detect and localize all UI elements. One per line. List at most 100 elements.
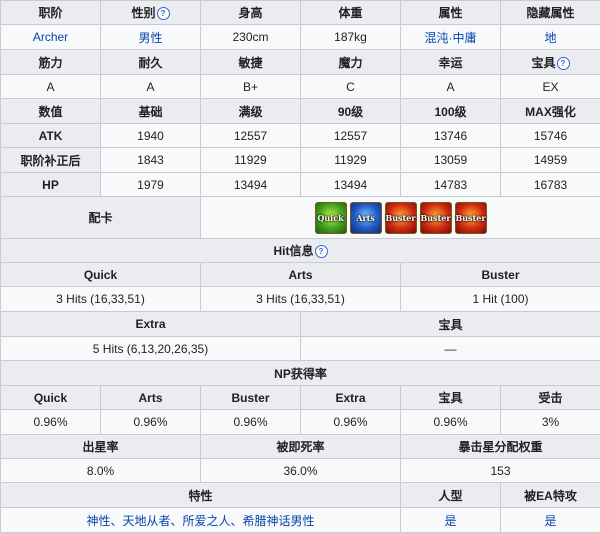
hit-extra-value: 5 Hits (6,13,20,26,35) — [0, 336, 301, 361]
hp-value: 13494 — [200, 172, 301, 197]
stats-label: 数值 — [0, 98, 101, 124]
class-corrected-value: 14959 — [500, 147, 600, 173]
stats-lv90-header: 90级 — [300, 98, 401, 124]
con-header: 耐久 — [100, 49, 201, 75]
np-gain-quick-value: 0.96% — [0, 409, 101, 435]
atk-label: ATK — [0, 123, 101, 148]
mp-value: C — [300, 74, 401, 99]
hit-extra-header: Extra — [0, 311, 301, 337]
np-header-label: 宝具 — [531, 55, 556, 70]
np-gain-title: NP获得率 — [0, 360, 600, 386]
arts-card-icon: Arts — [349, 201, 382, 234]
str-value: A — [0, 74, 101, 99]
class-header: 职阶 — [0, 0, 101, 25]
quick-card-icon: Quick — [314, 201, 347, 234]
gender-header-label: 性别 — [131, 6, 156, 20]
deck-cards: Quick Arts Buster Buster Buster — [200, 196, 600, 239]
atk-value: 12557 — [200, 123, 301, 148]
deck-label: 配卡 — [0, 196, 201, 239]
gender-link[interactable]: 男性 — [100, 24, 201, 50]
buster-card-icon: Buster — [454, 201, 487, 234]
height-value: 230cm — [200, 24, 301, 50]
np-gain-defense-value: 3% — [500, 409, 600, 435]
help-icon[interactable]: ? — [314, 245, 328, 258]
atk-value: 12557 — [300, 123, 401, 148]
con-value: A — [100, 74, 201, 99]
np-header: 宝具? — [500, 49, 600, 75]
str-header: 筋力 — [0, 49, 101, 75]
np-gain-np-value: 0.96% — [400, 409, 501, 435]
hit-info-title-label: Hit信息 — [273, 244, 314, 258]
stats-lv100-header: 100级 — [400, 98, 501, 124]
stats-maxenh-header: MAX强化 — [500, 98, 600, 124]
class-corrected-value: 13059 — [400, 147, 501, 173]
class-link[interactable]: Archer — [0, 24, 101, 50]
hit-quick-header: Quick — [0, 262, 201, 287]
hit-quick-value: 3 Hits (16,33,51) — [0, 286, 201, 312]
np-gain-arts-header: Arts — [100, 385, 201, 410]
height-header: 身高 — [200, 0, 301, 25]
ea-weak-header: 被EA特攻 — [500, 482, 600, 508]
help-icon[interactable]: ? — [556, 56, 570, 70]
agi-header: 敏捷 — [200, 49, 301, 75]
np-gain-extra-value: 0.96% — [300, 409, 401, 435]
hp-value: 16783 — [500, 172, 600, 197]
star-gen-value: 8.0% — [0, 458, 201, 483]
hit-buster-value: 1 Hit (100) — [400, 286, 600, 312]
atk-value: 1940 — [100, 123, 201, 148]
table-row: 职阶补正后 1843 11929 11929 13059 14959 — [0, 147, 600, 173]
np-gain-extra-header: Extra — [300, 385, 401, 410]
class-corrected-value: 11929 — [300, 147, 401, 173]
class-corrected-value: 11929 — [200, 147, 301, 173]
np-gain-buster-value: 0.96% — [200, 409, 301, 435]
table-row: ATK 1940 12557 12557 13746 15746 — [0, 123, 600, 148]
hp-value: 14783 — [400, 172, 501, 197]
luck-header: 幸运 — [400, 49, 501, 75]
stats-max-header: 满级 — [200, 98, 301, 124]
hit-arts-value: 3 Hits (16,33,51) — [200, 286, 401, 312]
death-rate-header: 被即死率 — [200, 434, 401, 459]
hp-value: 1979 — [100, 172, 201, 197]
traits-header: 特性 — [0, 482, 401, 508]
np-gain-defense-header: 受击 — [500, 385, 600, 410]
card-strip: Quick Arts Buster Buster Buster — [314, 201, 487, 234]
star-weight-value: 153 — [400, 458, 600, 483]
table-row: HP 1979 13494 13494 14783 16783 — [0, 172, 600, 197]
death-rate-value: 36.0% — [200, 458, 401, 483]
star-weight-header: 暴击星分配权重 — [400, 434, 600, 459]
luck-value: A — [400, 74, 501, 99]
buster-card-icon: Buster — [384, 201, 417, 234]
ea-weak-link[interactable]: 是 — [500, 507, 600, 533]
np-gain-np-header: 宝具 — [400, 385, 501, 410]
attribute-link[interactable]: 混沌·中庸 — [400, 24, 501, 50]
servant-info-table: 职阶 性别? 身高 体重 属性 隐藏属性 Archer 男性 230cm 187… — [0, 0, 600, 533]
np-gain-quick-header: Quick — [0, 385, 101, 410]
class-corrected-value: 1843 — [100, 147, 201, 173]
stats-base-header: 基础 — [100, 98, 201, 124]
np-gain-buster-header: Buster — [200, 385, 301, 410]
humanoid-link[interactable]: 是 — [400, 507, 501, 533]
hit-buster-header: Buster — [400, 262, 600, 287]
np-gain-arts-value: 0.96% — [100, 409, 201, 435]
atk-value: 13746 — [400, 123, 501, 148]
hit-np-header: 宝具 — [300, 311, 600, 337]
agi-value: B+ — [200, 74, 301, 99]
class-corrected-label: 职阶补正后 — [0, 147, 101, 173]
gender-header: 性别? — [100, 0, 201, 25]
hp-value: 13494 — [300, 172, 401, 197]
weight-header: 体重 — [300, 0, 401, 25]
hidden-attribute-header: 隐藏属性 — [500, 0, 600, 25]
help-icon[interactable]: ? — [156, 7, 170, 20]
hidden-attribute-link[interactable]: 地 — [500, 24, 600, 50]
hit-np-value: — — [300, 336, 600, 361]
buster-card-icon: Buster — [419, 201, 452, 234]
humanoid-header: 人型 — [400, 482, 501, 508]
attribute-header: 属性 — [400, 0, 501, 25]
traits-link[interactable]: 神性、天地从者、所爱之人、希腊神话男性 — [0, 507, 401, 533]
star-gen-header: 出星率 — [0, 434, 201, 459]
hit-info-title: Hit信息? — [0, 238, 600, 263]
atk-value: 15746 — [500, 123, 600, 148]
weight-value: 187kg — [300, 24, 401, 50]
np-value: EX — [500, 74, 600, 99]
mp-header: 魔力 — [300, 49, 401, 75]
